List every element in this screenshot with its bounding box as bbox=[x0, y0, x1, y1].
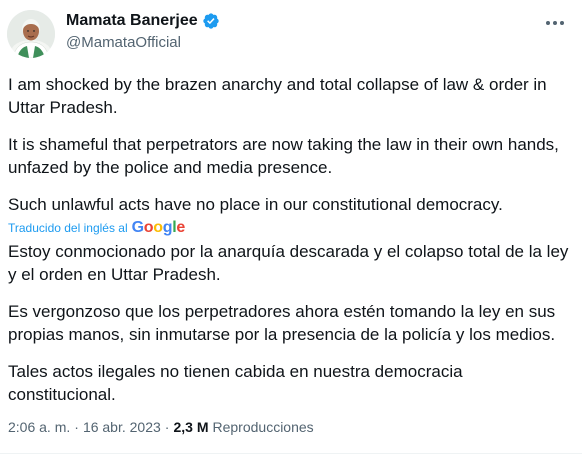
translated-paragraph: Tales actos ilegales no tienen cabida en… bbox=[8, 362, 463, 404]
tweet-paragraph: I am shocked by the brazen anarchy and t… bbox=[8, 75, 547, 117]
tweet-paragraph: Such unlawful acts have no place in our … bbox=[8, 195, 503, 214]
author-name[interactable]: Mamata Banerjee bbox=[66, 12, 198, 30]
more-dot bbox=[560, 21, 564, 25]
divider bbox=[0, 453, 582, 454]
google-logo: Google bbox=[131, 219, 186, 236]
tweet-paragraph: It is shameful that perpetrators are now… bbox=[8, 135, 559, 177]
tweet-time[interactable]: 2:06 a. m. bbox=[8, 419, 70, 435]
tweet-meta: 2:06 a. m. · 16 abr. 2023 · 2,3 M Reprod… bbox=[8, 419, 314, 435]
tweet-date[interactable]: 16 abr. 2023 bbox=[83, 419, 161, 435]
views-count: 2,3 M bbox=[173, 419, 209, 435]
verified-badge-icon[interactable] bbox=[202, 12, 220, 30]
author-block: Mamata Banerjee @MamataOfficial bbox=[66, 12, 220, 51]
meta-separator: · bbox=[74, 419, 79, 435]
avatar[interactable] bbox=[7, 10, 55, 58]
tweet: Mamata Banerjee @MamataOfficial I am sho… bbox=[0, 0, 582, 461]
meta-separator: · bbox=[164, 419, 170, 435]
translated-paragraph: Estoy conmocionado por la anarquía desca… bbox=[8, 242, 569, 284]
author-name-row: Mamata Banerjee bbox=[66, 12, 220, 30]
translation-attribution[interactable]: Traducido del inglés al Google bbox=[8, 219, 185, 237]
views-label: Reproducciones bbox=[212, 419, 314, 435]
translated-paragraph: Es vergonzoso que los perpetradores ahor… bbox=[8, 302, 556, 344]
author-handle[interactable]: @MamataOfficial bbox=[66, 34, 220, 51]
more-dot bbox=[546, 21, 550, 25]
more-dot bbox=[553, 21, 557, 25]
translation-note: Traducido del inglés al bbox=[8, 221, 128, 235]
more-options-icon[interactable] bbox=[544, 14, 566, 32]
